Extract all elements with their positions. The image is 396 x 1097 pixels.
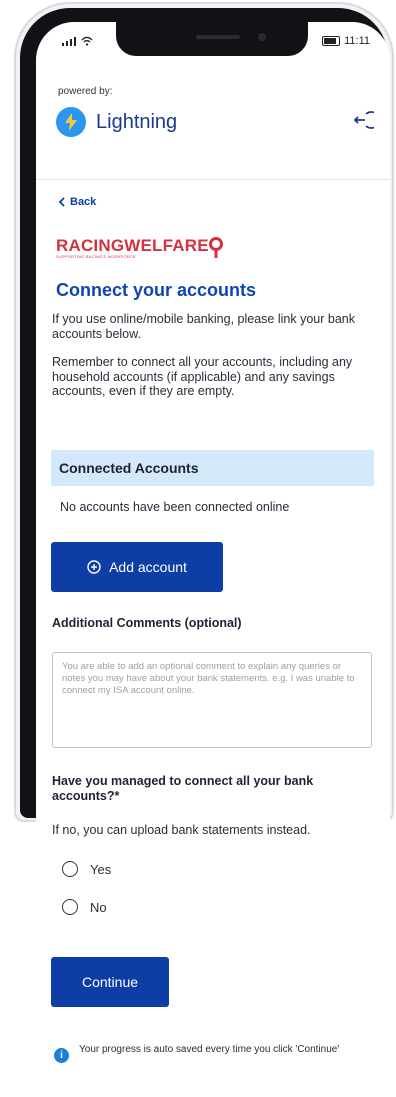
back-label: Back xyxy=(70,196,97,208)
radio-no-label: No xyxy=(90,899,107,915)
add-account-label: Add account xyxy=(109,559,187,575)
lightning-bolt-icon xyxy=(56,107,86,137)
status-left xyxy=(62,36,93,46)
plus-circle-icon xyxy=(87,560,101,574)
partner-name: RACINGWELFARE xyxy=(56,236,209,255)
radio-circle-icon xyxy=(62,899,78,915)
powered-by-label: powered by: xyxy=(58,86,113,97)
status-time: 11:11 xyxy=(344,35,370,47)
autosave-info: i Your progress is auto saved every time… xyxy=(54,1044,359,1063)
connected-accounts-heading: Connected Accounts xyxy=(59,460,199,476)
connected-accounts-header: Connected Accounts xyxy=(51,450,374,486)
logout-icon[interactable] xyxy=(352,109,374,131)
intro-paragraph-2: Remember to connect all your accounts, i… xyxy=(52,355,353,398)
radio-yes[interactable]: Yes xyxy=(62,861,111,877)
camera xyxy=(258,33,266,41)
continue-label: Continue xyxy=(81,974,139,990)
brand-name: Lightning xyxy=(96,110,178,133)
brand-logo: Lightning xyxy=(56,107,177,137)
location-pin-icon xyxy=(209,237,223,258)
racing-welfare-logo: RACINGWELFARE SUPPORTING RACING'S WORKFO… xyxy=(56,236,223,259)
battery-icon xyxy=(322,36,341,46)
back-link[interactable]: Back xyxy=(58,196,96,208)
radio-circle-icon xyxy=(62,861,78,877)
page-title: Connect your accounts xyxy=(56,280,257,300)
additional-comments-label: Additional Comments (optional) xyxy=(52,616,242,630)
status-right: 11:11 xyxy=(322,35,370,47)
no-accounts-message: No accounts have been connected online xyxy=(60,500,290,514)
radio-no[interactable]: No xyxy=(62,899,107,915)
intro-text: If you use online/mobile banking, please… xyxy=(52,312,382,413)
additional-comments-textarea[interactable]: You are able to add an optional comment … xyxy=(52,652,372,748)
app-screen: 11:11 powered by: Lightning Back RACINGW… xyxy=(36,22,390,1097)
chevron-left-icon xyxy=(58,197,65,207)
radio-yes-label: Yes xyxy=(90,861,112,877)
question-help-text: If no, you can upload bank statements in… xyxy=(52,823,311,837)
speaker xyxy=(196,35,240,39)
comments-placeholder: You are able to add an optional comment … xyxy=(62,661,355,696)
connect-all-question: Have you managed to connect all your ban… xyxy=(52,774,314,803)
intro-paragraph-1: If you use online/mobile banking, please… xyxy=(52,312,355,341)
device-notch xyxy=(116,22,308,56)
app-header: powered by: Lightning xyxy=(36,77,390,180)
add-account-button[interactable]: Add account xyxy=(51,542,223,592)
autosave-text: Your progress is auto saved every time y… xyxy=(79,1044,340,1055)
signal-icon xyxy=(62,36,76,46)
info-icon: i xyxy=(54,1048,69,1063)
wifi-icon xyxy=(81,36,93,46)
continue-button[interactable]: Continue xyxy=(51,957,169,1007)
